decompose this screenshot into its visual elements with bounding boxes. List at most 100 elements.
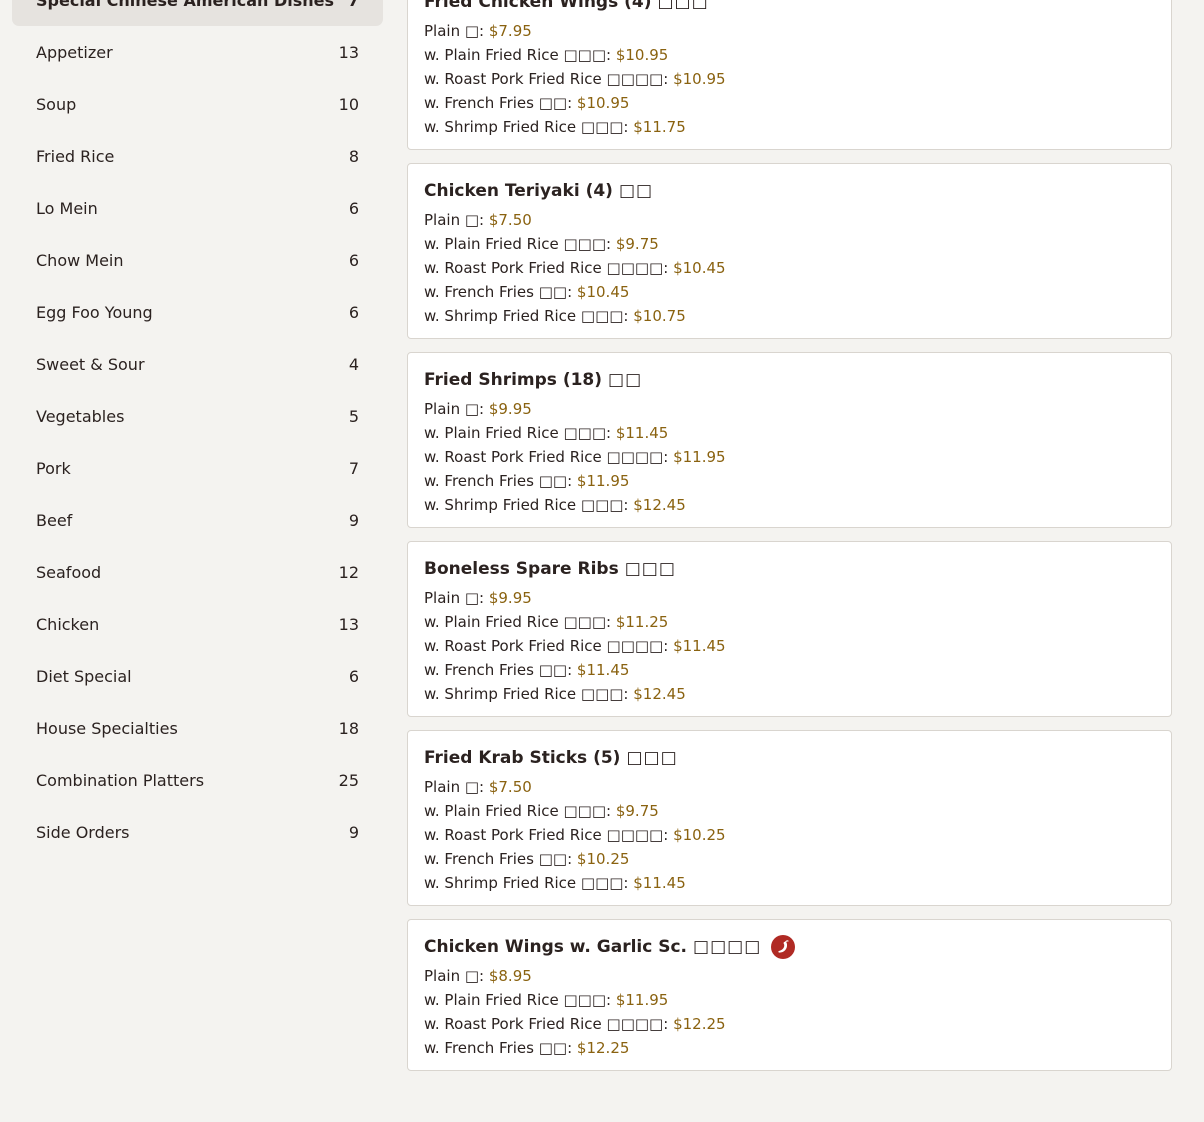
price-option-label: w. Shrimp Fried Rice □□□: bbox=[424, 874, 634, 892]
price-option-row[interactable]: w. French Fries □□: $11.95 bbox=[424, 469, 1155, 493]
category-name: Egg Foo Young bbox=[36, 302, 153, 322]
category-item[interactable]: Side Orders 9 bbox=[12, 806, 383, 858]
menu-item-name: Fried Chicken Wings (4) bbox=[424, 0, 652, 12]
category-item[interactable]: Combination Platters 25 bbox=[12, 754, 383, 806]
price-value: $10.45 bbox=[673, 259, 726, 277]
price-value: $12.25 bbox=[673, 1015, 726, 1033]
category-item[interactable]: Fried Rice 8 bbox=[12, 130, 383, 182]
category-item[interactable]: Soup 10 bbox=[12, 78, 383, 130]
price-option-row[interactable]: Plain □: $8.95 bbox=[424, 964, 1155, 988]
price-option-row[interactable]: w. French Fries □□: $10.45 bbox=[424, 280, 1155, 304]
chili-pepper-icon bbox=[771, 935, 796, 959]
price-option-row[interactable]: w. French Fries □□: $11.45 bbox=[424, 658, 1155, 682]
price-option-label: w. French Fries □□: bbox=[424, 1039, 577, 1057]
price-option-row[interactable]: Plain □: $9.95 bbox=[424, 586, 1155, 610]
category-count: 12 bbox=[338, 562, 359, 582]
price-option-row[interactable]: w. Roast Pork Fried Rice □□□□: $12.25 bbox=[424, 1012, 1155, 1036]
price-option-row[interactable]: Plain □: $9.95 bbox=[424, 397, 1155, 421]
category-item[interactable]: Sweet & Sour 4 bbox=[12, 338, 383, 390]
price-value: $11.45 bbox=[615, 424, 669, 442]
category-count: 8 bbox=[348, 146, 359, 166]
price-option-row[interactable]: w. French Fries □□: $12.25 bbox=[424, 1036, 1155, 1060]
price-option-label: w. Plain Fried Rice □□□: bbox=[424, 424, 616, 442]
menu-item-chinese-name: □□ bbox=[618, 181, 654, 201]
price-value: $11.45 bbox=[633, 874, 686, 892]
price-option-label: w. Shrimp Fried Rice □□□: bbox=[424, 496, 634, 514]
category-count: 6 bbox=[348, 302, 359, 322]
price-option-row[interactable]: w. Shrimp Fried Rice □□□: $12.45 bbox=[424, 493, 1155, 517]
price-option-row[interactable]: w. Shrimp Fried Rice □□□: $11.75 bbox=[424, 115, 1155, 139]
price-value: $10.45 bbox=[576, 283, 630, 301]
menu-item-card[interactable]: Fried Krab Sticks (5) □□□ Plain □: $7.50 w.… bbox=[407, 730, 1172, 906]
category-item[interactable]: Seafood 12 bbox=[12, 546, 383, 598]
price-option-label: w. Roast Pork Fried Rice □□□□: bbox=[424, 259, 674, 277]
category-item[interactable]: Chow Mein 6 bbox=[12, 234, 383, 286]
price-option-label: Plain □: bbox=[424, 778, 489, 796]
price-option-row[interactable]: Plain □: $7.95 bbox=[424, 19, 1155, 43]
category-name: Chicken bbox=[36, 614, 100, 634]
category-count: 6 bbox=[348, 250, 359, 270]
price-option-row[interactable]: w. Roast Pork Fried Rice □□□□: $11.45 bbox=[424, 634, 1155, 658]
price-option-row[interactable]: w. Shrimp Fried Rice □□□: $12.45 bbox=[424, 682, 1155, 706]
price-option-row[interactable]: Plain □: $7.50 bbox=[424, 775, 1155, 799]
category-count: 9 bbox=[348, 510, 359, 530]
price-option-row[interactable]: w. Plain Fried Rice □□□: $9.75 bbox=[424, 232, 1155, 256]
category-item[interactable]: Diet Special 6 bbox=[12, 650, 383, 702]
price-value: $7.50 bbox=[488, 778, 532, 796]
category-item[interactable]: Chicken 13 bbox=[12, 598, 383, 650]
menu-item-card[interactable]: Chicken Wings w. Garlic Sc. □□□□ Plain □: … bbox=[407, 919, 1172, 1071]
menu-item-chinese-name: □□□ bbox=[626, 748, 678, 768]
menu-item-name: Boneless Spare Ribs bbox=[424, 559, 619, 579]
price-value: $10.95 bbox=[615, 46, 669, 64]
category-item[interactable]: Appetizer 13 bbox=[12, 26, 383, 78]
category-item[interactable]: Lo Mein 6 bbox=[12, 182, 383, 234]
price-value: $10.25 bbox=[673, 826, 726, 844]
price-option-row[interactable]: w. Shrimp Fried Rice □□□: $10.75 bbox=[424, 304, 1155, 328]
price-option-row[interactable]: w. Plain Fried Rice □□□: $11.95 bbox=[424, 988, 1155, 1012]
price-value: $7.50 bbox=[488, 211, 532, 229]
menu-item-title: Boneless Spare Ribs □□□ bbox=[424, 556, 1155, 582]
menu-item-card[interactable]: Fried Shrimps (18) □□ Plain □: $9.95 w. Pla… bbox=[407, 352, 1172, 528]
category-name: Beef bbox=[36, 510, 73, 530]
menu-page: Special Chinese American Dishes 7 Appetize… bbox=[0, 0, 1204, 1122]
category-item[interactable]: Special Chinese American Dishes 7 bbox=[12, 0, 383, 26]
price-option-label: Plain □: bbox=[424, 589, 489, 607]
menu-item-title: Fried Shrimps (18) □□ bbox=[424, 367, 1155, 393]
category-item[interactable]: Beef 9 bbox=[12, 494, 383, 546]
price-option-label: w. Roast Pork Fried Rice □□□□: bbox=[424, 637, 674, 655]
category-name: Appetizer bbox=[36, 42, 113, 62]
category-item[interactable]: House Specialties 18 bbox=[12, 702, 383, 754]
price-option-row[interactable]: w. Roast Pork Fried Rice □□□□: $10.25 bbox=[424, 823, 1155, 847]
menu-item-card[interactable]: Boneless Spare Ribs □□□ Plain □: $9.95 w. P… bbox=[407, 541, 1172, 717]
price-option-row[interactable]: w. Plain Fried Rice □□□: $11.25 bbox=[424, 610, 1155, 634]
category-item[interactable]: Pork 7 bbox=[12, 442, 383, 494]
menu-item-card[interactable]: Fried Chicken Wings (4) □□□ Plain □: $7.95… bbox=[407, 0, 1172, 150]
menu-item-name: Fried Shrimps (18) bbox=[424, 370, 603, 390]
price-value: $10.95 bbox=[576, 94, 630, 112]
price-option-row[interactable]: Plain □: $7.50 bbox=[424, 208, 1155, 232]
price-option-row[interactable]: w. Roast Pork Fried Rice □□□□: $10.45 bbox=[424, 256, 1155, 280]
category-item[interactable]: Egg Foo Young 6 bbox=[12, 286, 383, 338]
price-value: $12.45 bbox=[633, 685, 686, 703]
price-option-row[interactable]: w. Plain Fried Rice □□□: $9.75 bbox=[424, 799, 1155, 823]
price-option-label: w. Roast Pork Fried Rice □□□□: bbox=[424, 448, 674, 466]
price-option-label: w. French Fries □□: bbox=[424, 94, 577, 112]
menu-item-title: Chicken Wings w. Garlic Sc. □□□□ bbox=[424, 934, 1155, 960]
price-option-label: w. French Fries □□: bbox=[424, 661, 577, 679]
menu-item-card[interactable]: Chicken Teriyaki (4) □□ Plain □: $7.50 w. P… bbox=[407, 163, 1172, 339]
price-option-label: w. French Fries □□: bbox=[424, 472, 577, 490]
price-option-row[interactable]: w. Plain Fried Rice □□□: $11.45 bbox=[424, 421, 1155, 445]
price-option-row[interactable]: w. French Fries □□: $10.95 bbox=[424, 91, 1155, 115]
price-option-row[interactable]: w. Roast Pork Fried Rice □□□□: $10.95 bbox=[424, 67, 1155, 91]
price-option-row[interactable]: w. Shrimp Fried Rice □□□: $11.45 bbox=[424, 871, 1155, 895]
price-value: $11.45 bbox=[673, 637, 726, 655]
menu-item-chinese-name: □□□ bbox=[657, 0, 709, 12]
price-option-row[interactable]: w. French Fries □□: $10.25 bbox=[424, 847, 1155, 871]
category-item[interactable]: Vegetables 5 bbox=[12, 390, 383, 442]
price-option-row[interactable]: w. Plain Fried Rice □□□: $10.95 bbox=[424, 43, 1155, 67]
price-option-row[interactable]: w. Roast Pork Fried Rice □□□□: $11.95 bbox=[424, 445, 1155, 469]
price-option-label: Plain □: bbox=[424, 22, 489, 40]
price-value: $11.95 bbox=[576, 472, 630, 490]
menu-item-title: Fried Krab Sticks (5) □□□ bbox=[424, 745, 1155, 771]
price-option-label: w. Shrimp Fried Rice □□□: bbox=[424, 685, 634, 703]
